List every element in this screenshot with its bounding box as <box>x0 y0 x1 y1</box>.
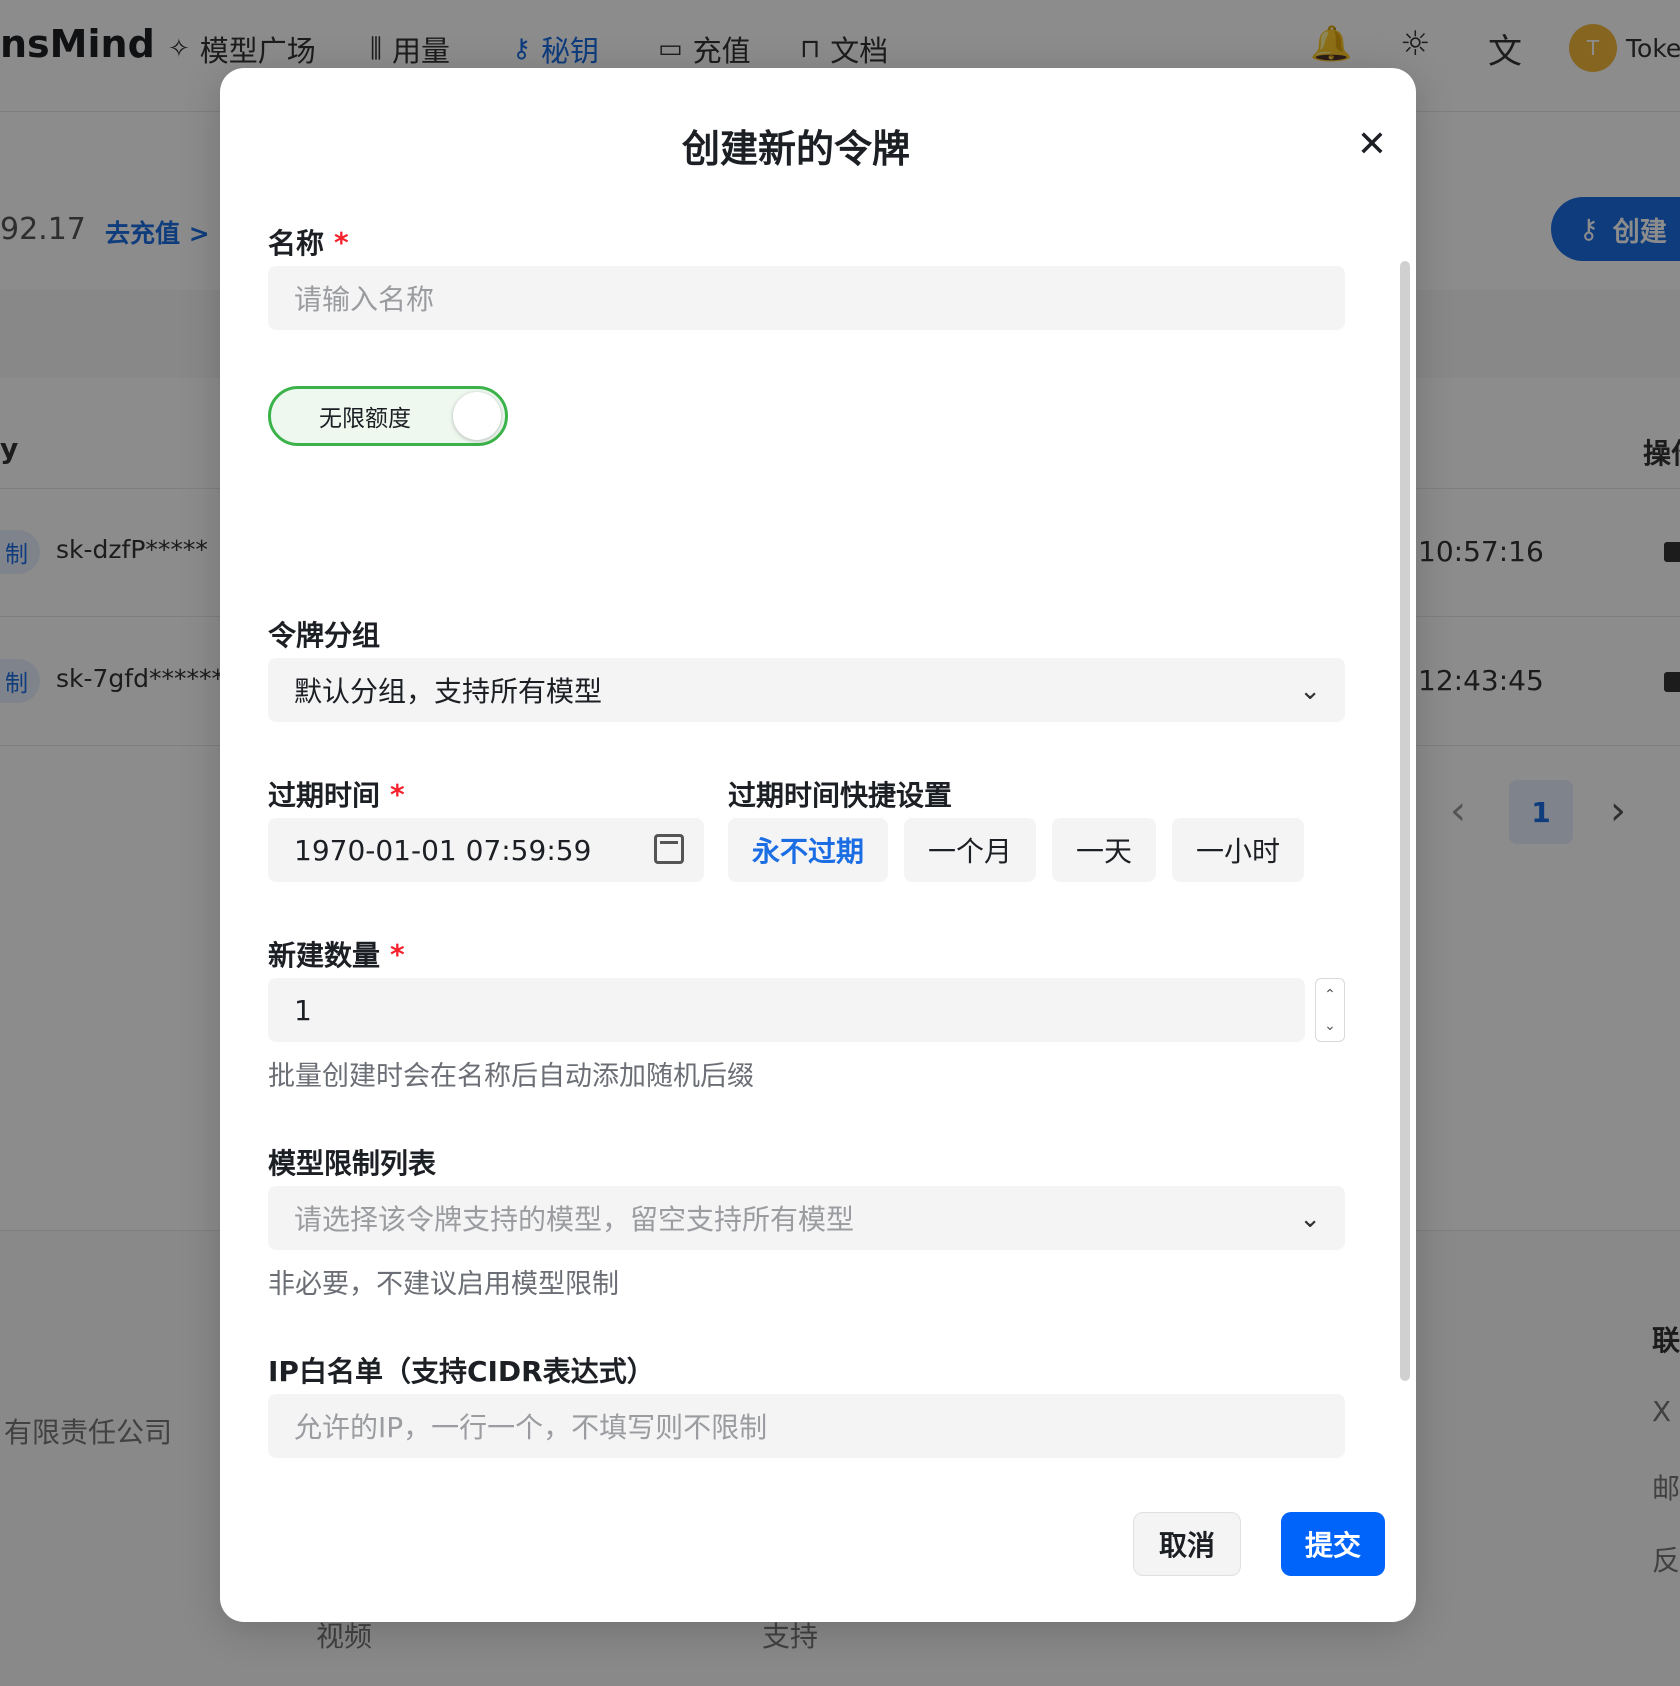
submit-button[interactable]: 提交 <box>1281 1512 1385 1576</box>
expire-day-button[interactable]: 一天 <box>1052 818 1156 882</box>
close-icon[interactable]: ✕ <box>1348 120 1396 168</box>
expire-datetime-input[interactable]: 1970-01-01 07:59:59 <box>268 818 704 882</box>
ip-whitelist-label: IP白名单（支持CIDR表达式） <box>268 1350 655 1390</box>
calendar-icon[interactable] <box>654 834 684 864</box>
expire-label-text: 过期时间 <box>268 779 381 812</box>
expire-month-button[interactable]: 一个月 <box>904 818 1036 882</box>
group-label: 令牌分组 <box>268 614 380 654</box>
model-limit-select[interactable]: 请选择该令牌支持的模型，留空支持所有模型 ⌄ <box>268 1186 1345 1250</box>
model-limit-label: 模型限制列表 <box>268 1142 436 1182</box>
quick-expire-label: 过期时间快捷设置 <box>728 774 952 814</box>
cancel-button[interactable]: 取消 <box>1133 1512 1241 1576</box>
name-input[interactable]: 请输入名称 <box>268 266 1345 330</box>
stepper-down-icon[interactable]: ⌄ <box>1324 1018 1336 1034</box>
expire-label: 过期时间 * <box>268 774 405 814</box>
ip-whitelist-textarea[interactable]: 允许的IP，一行一个，不填写则不限制 <box>268 1394 1345 1458</box>
name-label-text: 名称 <box>268 227 325 260</box>
count-hint: 批量创建时会在名称后自动添加随机后缀 <box>268 1061 754 1092</box>
chevron-down-icon: ⌄ <box>1299 676 1321 706</box>
create-token-modal: 创建新的令牌 ✕ 名称 * 请输入名称 无限额度 令牌分组 默认分组，支持所有模… <box>220 68 1416 1622</box>
count-input[interactable]: 1 <box>268 978 1305 1042</box>
quantity-stepper[interactable]: ⌃ ⌄ <box>1315 978 1345 1042</box>
expire-hour-button[interactable]: 一小时 <box>1172 818 1304 882</box>
group-select[interactable]: 默认分组，支持所有模型 ⌄ <box>268 658 1345 722</box>
model-limit-placeholder: 请选择该令牌支持的模型，留空支持所有模型 <box>294 1203 855 1236</box>
count-label: 新建数量 * <box>268 934 405 974</box>
model-limit-label-text: 模型限制列表 <box>268 1147 437 1180</box>
expire-never-button[interactable]: 永不过期 <box>728 818 888 882</box>
expire-value: 1970-01-01 07:59:59 <box>294 833 592 867</box>
modal-scrollbar[interactable] <box>1400 261 1410 1381</box>
switch-label: 无限额度 <box>319 406 411 432</box>
ip-whitelist-label-text: IP白名单（支持CIDR表达式） <box>268 1355 655 1388</box>
switch-knob <box>453 392 501 440</box>
required-mark: * <box>390 777 405 811</box>
chevron-down-icon: ⌄ <box>1299 1204 1321 1234</box>
name-label: 名称 * <box>268 222 349 262</box>
quick-expire-label-text: 过期时间快捷设置 <box>728 779 953 812</box>
required-mark: * <box>390 937 405 971</box>
modal-title: 创建新的令牌 <box>681 127 910 171</box>
unlimited-quota-switch[interactable]: 无限额度 <box>268 386 508 446</box>
group-select-value: 默认分组，支持所有模型 <box>294 675 603 708</box>
group-label-text: 令牌分组 <box>268 619 381 652</box>
count-label-text: 新建数量 <box>268 939 381 972</box>
stepper-up-icon[interactable]: ⌃ <box>1324 987 1336 1003</box>
model-limit-hint: 非必要，不建议启用模型限制 <box>268 1269 619 1300</box>
required-mark: * <box>334 225 349 259</box>
